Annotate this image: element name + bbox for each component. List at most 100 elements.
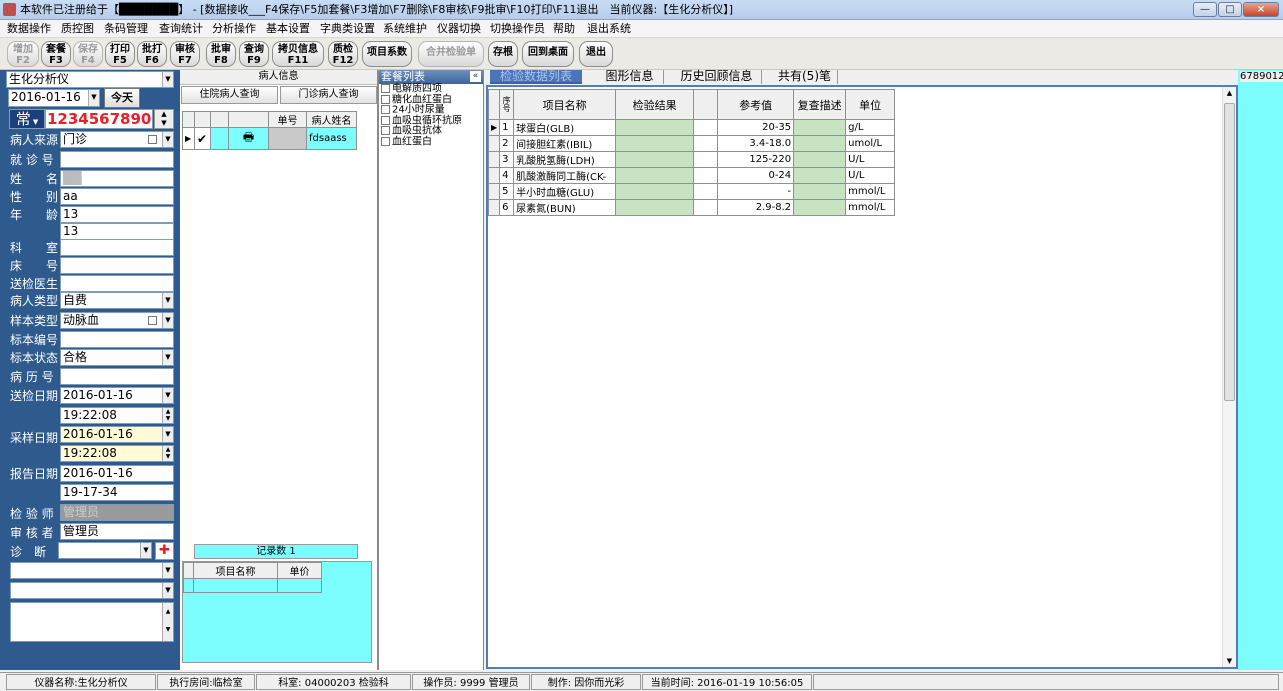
inpatient-query-button[interactable]: 住院病人查询 [181, 86, 278, 104]
chevron-down-icon[interactable]: ▼ [162, 388, 173, 403]
reviewer-field[interactable]: 管理员 [60, 523, 174, 540]
chevron-down-icon[interactable]: ▼ [162, 350, 173, 365]
review-button[interactable]: 审核 F7 [170, 41, 200, 67]
query-button[interactable]: 查询 F9 [239, 41, 269, 67]
back-to-desktop-button[interactable]: 回到桌面 [522, 41, 574, 67]
scrollbar-thumb[interactable] [1224, 103, 1235, 401]
scrollbar[interactable]: ▲ ▼ [162, 603, 173, 641]
package-item[interactable]: 血吸虫抗体 [381, 126, 462, 137]
report-time-field[interactable]: 19-17-34 [60, 484, 174, 501]
specimen-status-select[interactable]: 合格 ▼ [60, 349, 174, 366]
recheck-cell[interactable] [793, 183, 847, 200]
sending-doctor-field[interactable] [60, 275, 174, 292]
specimen-type-select[interactable]: 动脉血 ▼ [60, 312, 174, 329]
send-date-picker[interactable]: 2016-01-16 ▼ [60, 387, 174, 404]
department-field[interactable] [60, 239, 174, 256]
chevron-down-icon[interactable]: ▼ [162, 427, 173, 442]
recheck-cell[interactable] [793, 167, 847, 184]
table-row[interactable]: 5 半小时血糖(GLU) - mmol/L [487, 183, 896, 200]
menu-system-maintenance[interactable]: 系统维护 [383, 20, 427, 38]
batch-print-button[interactable]: 批打 F6 [137, 41, 167, 67]
menu-help[interactable]: 帮助 [553, 20, 575, 38]
chevron-down-icon[interactable]: ▼ [162, 313, 173, 328]
gender-field[interactable]: aa [60, 188, 174, 205]
age-field[interactable]: 13 [60, 206, 174, 223]
close-button[interactable]: × [1243, 2, 1279, 17]
report-date-field[interactable]: 2016-01-16 [60, 465, 174, 482]
package-button[interactable]: 套餐 F3 [41, 41, 71, 67]
specimen-number-field[interactable] [60, 331, 174, 348]
bed-number-field[interactable] [60, 257, 174, 274]
patient-name-field[interactable]: ██ [60, 170, 174, 187]
vertical-scrollbar[interactable]: ▲ ▼ [1222, 87, 1236, 667]
table-row[interactable]: 4 肌酸激酶同工酶(CK- 0-24 U/L [487, 167, 896, 184]
result-cell[interactable] [615, 183, 695, 200]
recheck-cell[interactable] [793, 135, 847, 152]
tab-graph-info[interactable]: 图形信息 [596, 70, 664, 84]
today-button[interactable]: 今天 [104, 88, 140, 108]
table-row[interactable]: 2 间接胆红素(IBIL) 3.4-18.0 umol/L [487, 135, 896, 152]
package-item[interactable]: 血红蛋白 [381, 136, 462, 148]
chevron-down-icon[interactable]: ▼ [162, 132, 173, 147]
patient-name-cell[interactable]: fdsaass [306, 127, 357, 150]
sample-number-spinner[interactable]: ▲ ▼ [154, 109, 174, 129]
stub-button[interactable]: 存根 [488, 41, 518, 67]
send-time-field[interactable]: 19:22:08 ▲ ▼ [60, 407, 174, 424]
checkbox[interactable] [148, 135, 157, 144]
sample-no-cell[interactable] [268, 127, 307, 150]
table-row[interactable]: ▶ ✔ 🖶 fdsaass [182, 127, 357, 150]
menu-query-stats[interactable]: 查询统计 [159, 20, 203, 38]
result-cell[interactable] [615, 167, 695, 184]
time-spinner[interactable]: ▲ ▼ [162, 446, 173, 461]
menu-switch-operator[interactable]: 切换操作员 [490, 20, 545, 38]
print-button[interactable]: 打印 F5 [105, 41, 135, 67]
visit-number-field[interactable] [60, 151, 174, 168]
collect-time-field[interactable]: 19:22:08 ▲ ▼ [60, 445, 174, 462]
comment-select-2[interactable]: ▼ [10, 582, 174, 599]
chevron-down-icon[interactable]: ▼ [140, 543, 151, 558]
menu-dictionary[interactable]: 字典类设置 [320, 20, 375, 38]
diagnosis-select[interactable]: ▼ [58, 542, 152, 559]
chevron-down-icon[interactable]: ▼ [162, 293, 173, 308]
menu-basic-settings[interactable]: 基本设置 [266, 20, 310, 38]
collect-date-picker[interactable]: 2016-01-16 ▼ [60, 426, 174, 443]
package-item[interactable]: 电解质四项 [381, 84, 462, 95]
scroll-down-icon[interactable]: ▼ [1224, 657, 1235, 665]
tab-history[interactable]: 历史回顾信息 [672, 70, 762, 84]
chevron-down-icon[interactable]: ▼ [162, 583, 173, 598]
table-row[interactable]: ▶ 1 球蛋白(GLB) 20-35 g/L [487, 119, 896, 136]
patient-source-select[interactable]: 门诊 ▼ [60, 131, 174, 148]
remarks-textarea[interactable]: ▲ ▼ [10, 602, 174, 642]
instrument-select[interactable]: 生化分析仪 ▼ [6, 71, 174, 88]
menu-data-ops[interactable]: 数据操作 [7, 20, 51, 38]
comment-select-1[interactable]: ▼ [10, 562, 174, 579]
menu-switch-instrument[interactable]: 仪器切换 [437, 20, 481, 38]
menu-analysis[interactable]: 分析操作 [212, 20, 256, 38]
patient-type-select[interactable]: 自费 ▼ [60, 292, 174, 309]
add-diagnosis-icon[interactable]: ✚ [155, 542, 174, 560]
outpatient-query-button[interactable]: 门诊病人查询 [280, 86, 377, 104]
package-item[interactable]: 血吸虫循环抗原 [381, 115, 462, 127]
package-item[interactable]: 糖化血红蛋白 [381, 94, 462, 106]
copy-info-button[interactable]: 拷贝信息 F11 [272, 41, 324, 67]
maximize-button[interactable]: □ [1218, 2, 1242, 17]
table-row[interactable] [183, 578, 322, 593]
menu-barcode[interactable]: 条码管理 [104, 20, 148, 38]
exit-button[interactable]: 退出 [579, 41, 613, 67]
menu-exit[interactable]: 退出系统 [587, 20, 631, 38]
collapse-icon[interactable]: « [470, 71, 481, 82]
package-item[interactable]: 24小时尿量 [381, 105, 462, 116]
table-row[interactable]: 6 尿素氮(BUN) 2.9-8.2 mmol/L [487, 199, 896, 216]
recheck-cell[interactable] [793, 119, 847, 136]
medical-record-field[interactable] [60, 368, 174, 385]
result-cell[interactable] [615, 199, 695, 216]
chevron-down-icon[interactable]: ▼ [162, 72, 173, 87]
sample-number-field[interactable]: 123456789012 [45, 109, 153, 129]
chevron-down-icon[interactable]: ▼ [88, 90, 99, 106]
recheck-cell[interactable] [793, 199, 847, 216]
add-button[interactable]: 增加 F2 [7, 41, 39, 67]
date-picker[interactable]: 2016-01-16 ▼ [8, 89, 100, 107]
scroll-up-icon[interactable]: ▲ [1224, 89, 1235, 97]
quality-check-button[interactable]: 质检 F12 [328, 41, 358, 67]
tab-total-count[interactable]: 共有(5)笔 [772, 70, 838, 84]
